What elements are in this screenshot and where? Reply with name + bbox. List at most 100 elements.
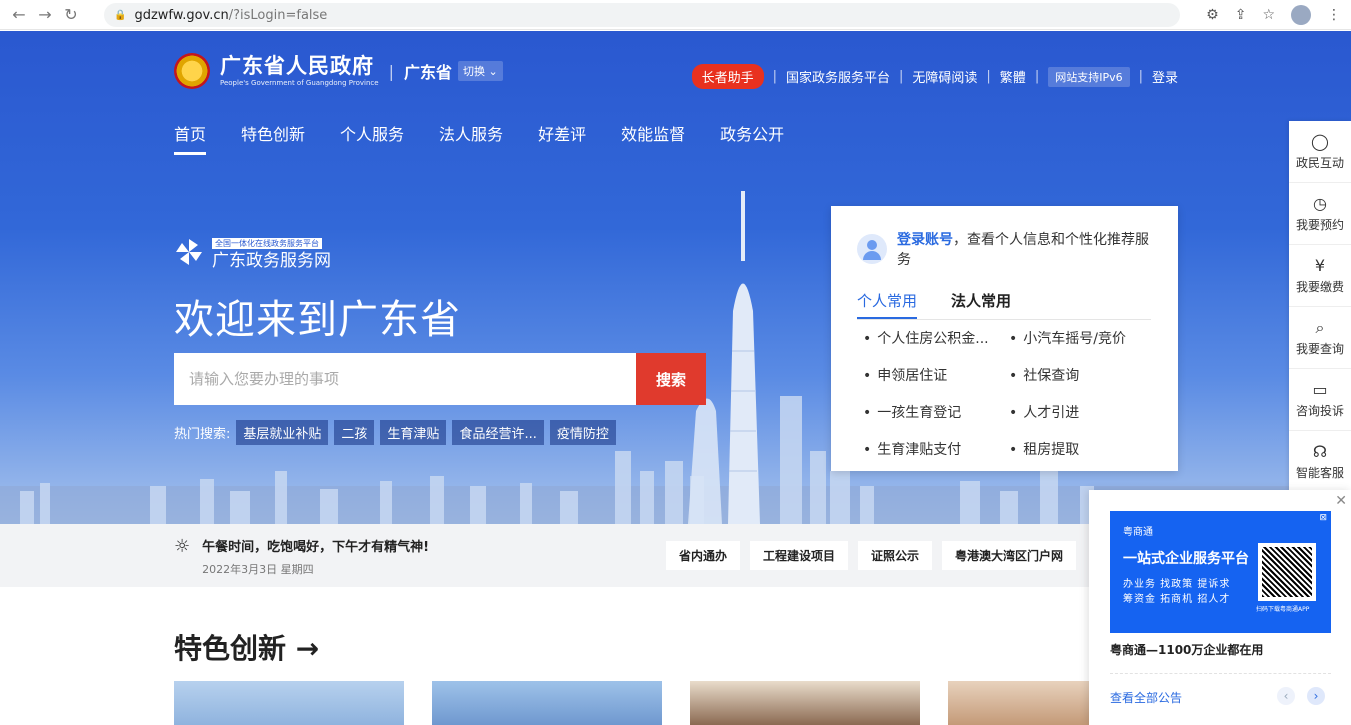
notice-popup: ✕ 粤商通 ⊠ 一站式企业服务平台 办业务 找政策 提诉求 筹资金 拓商机 招人… — [1089, 490, 1351, 725]
ad-footer: 扫码下载粤商通APP — [1256, 606, 1310, 613]
rail-item-appointment[interactable]: ◷ 我要预约 — [1289, 183, 1351, 245]
national-platform-link[interactable]: 国家政务服务平台 — [786, 67, 890, 86]
quick-link[interactable]: 证照公示 — [858, 541, 933, 570]
feature-thumb-image[interactable] — [432, 681, 662, 725]
close-icon[interactable]: ✕ — [1335, 493, 1347, 509]
rail-item-label: 智能客服 — [1295, 466, 1344, 480]
quick-link[interactable]: 工程建设项目 — [750, 541, 849, 570]
nav-item-home[interactable]: 首页 — [174, 121, 207, 155]
greeting-text: 午餐时间，吃饱喝好，下午才有精气神! — [202, 540, 430, 555]
list-item[interactable]: 小汽车摇号/竞价 — [1009, 328, 1153, 348]
menu-icon[interactable]: ⋮ — [1327, 7, 1341, 23]
ad-close-icon[interactable]: ⊠ — [1319, 513, 1327, 523]
rail-item-label: 我要预约 — [1295, 217, 1344, 232]
address-bar[interactable]: 🔒 gdzwfw.gov.cn /?isLogin=false — [104, 3, 1180, 27]
back-icon[interactable]: ← — [6, 5, 32, 24]
divider: | — [388, 61, 394, 81]
next-arrow-icon[interactable]: › — [1307, 687, 1325, 705]
clock-icon: ◷ — [1313, 193, 1327, 213]
hot-tag[interactable]: 食品经营许... — [452, 420, 544, 445]
rail-item-label: 我要缴费 — [1295, 279, 1344, 294]
portal-logo: 全国一体化在线政务服务平台 广东政务服务网 — [174, 231, 331, 272]
rail-item-payment[interactable]: ¥ 我要缴费 — [1289, 245, 1351, 307]
rail-item-query[interactable]: ⌕ 我要查询 — [1289, 307, 1351, 369]
traditional-chinese-link[interactable]: 繁體 — [1000, 67, 1026, 86]
extension-icon[interactable]: ⚙ — [1206, 7, 1219, 23]
rail-item-support[interactable]: ☊ 智能客服 — [1289, 431, 1351, 493]
ad-banner[interactable]: 粤商通 ⊠ 一站式企业服务平台 办业务 找政策 提诉求 筹资金 拓商机 招人才 … — [1110, 511, 1331, 633]
nav-item-corporate[interactable]: 法人服务 — [439, 121, 503, 155]
nav-item-rating[interactable]: 好差评 — [538, 121, 586, 155]
lock-icon: 🔒 — [114, 9, 127, 21]
list-item[interactable]: 个人住房公积金... — [863, 328, 1009, 348]
reload-icon[interactable]: ↻ — [58, 5, 84, 24]
rail-item-interaction[interactable]: ◯ 政民互动 — [1289, 121, 1351, 183]
switch-label: 切换 — [462, 65, 485, 78]
hero-banner: 广东省人民政府 People's Government of Guangdong… — [0, 31, 1351, 524]
features-heading[interactable]: 特色创新 → — [174, 627, 319, 667]
tab-corporate-common[interactable]: 法人常用 — [951, 290, 1011, 319]
top-links: 长者助手 | 国家政务服务平台 | 无障碍阅读 | 繁體 | 网站支持IPv6 … — [691, 64, 1178, 89]
feature-thumb-image[interactable] — [174, 681, 404, 725]
user-avatar-icon — [857, 234, 887, 264]
quick-link[interactable]: 粤港澳大湾区门户网 — [942, 541, 1077, 570]
profile-avatar[interactable] — [1291, 5, 1311, 25]
nav-item-innovation[interactable]: 特色创新 — [241, 121, 305, 155]
right-rail: ◯ 政民互动 ◷ 我要预约 ¥ 我要缴费 ⌕ 我要查询 ▭ 咨询投诉 ☊ 智能客… — [1289, 121, 1351, 491]
star-icon[interactable]: ☆ — [1262, 7, 1275, 23]
gov-title[interactable]: 广东省人民政府 — [220, 54, 379, 78]
prev-arrow-icon[interactable]: ‹ — [1277, 687, 1295, 705]
nav-item-supervision[interactable]: 效能监督 — [621, 121, 685, 155]
forward-icon[interactable]: → — [32, 5, 58, 24]
region-switch-button[interactable]: 切换 ⌄ — [457, 61, 503, 81]
feature-thumbnails — [174, 681, 1178, 725]
divider — [1110, 673, 1331, 674]
hot-tag[interactable]: 基层就业补贴 — [236, 420, 329, 445]
hot-search-label: 热门搜索: — [174, 427, 231, 442]
hot-tag[interactable]: 二孩 — [334, 420, 375, 445]
hot-tag[interactable]: 疫情防控 — [549, 420, 616, 445]
nav-item-public-affairs[interactable]: 政务公开 — [720, 121, 784, 155]
search-button[interactable]: 搜索 — [636, 353, 706, 405]
popup-caption[interactable]: 粤商通—1100万企业都在用 — [1110, 641, 1263, 658]
portal-tag: 全国一体化在线政务服务平台 — [212, 238, 322, 249]
nav-item-personal[interactable]: 个人服务 — [340, 121, 404, 155]
feature-thumb-image[interactable] — [690, 681, 920, 725]
region-name: 广东省 — [403, 63, 452, 82]
rail-item-label: 咨询投诉 — [1295, 403, 1344, 418]
pinwheel-icon — [176, 238, 202, 265]
accessible-reading-link[interactable]: 无障碍阅读 — [912, 67, 977, 86]
hot-tag[interactable]: 生育津贴 — [380, 420, 447, 445]
common-services-tabs: 个人常用 法人常用 — [857, 290, 1151, 320]
view-all-notices-link[interactable]: 查看全部公告 — [1110, 689, 1182, 706]
welcome-heading: 欢迎来到广东省 — [174, 297, 461, 343]
search-bar: 搜索 — [174, 353, 706, 405]
sun-icon: ☼ — [174, 536, 191, 557]
list-item[interactable]: 租房提取 — [1009, 439, 1153, 459]
url-path: /?isLogin=false — [228, 7, 328, 23]
list-item[interactable]: 人才引进 — [1009, 402, 1153, 422]
tab-personal-common[interactable]: 个人常用 — [857, 290, 918, 319]
hot-searches: 热门搜索: 基层就业补贴 二孩 生育津贴 食品经营许... 疫情防控 — [174, 420, 622, 445]
quick-links: 省内通办 工程建设项目 证照公示 粤港澳大湾区门户网 — [666, 541, 1077, 570]
rail-item-label: 我要查询 — [1295, 341, 1344, 356]
quick-link[interactable]: 省内通办 — [666, 541, 741, 570]
ad-line: 筹资金 拓商机 招人才 — [1123, 594, 1231, 605]
share-icon[interactable]: ⇪ — [1235, 7, 1247, 23]
rail-item-complaint[interactable]: ▭ 咨询投诉 — [1289, 369, 1351, 431]
list-item[interactable]: 申领居住证 — [863, 365, 1009, 385]
chat-icon: ◯ — [1311, 131, 1329, 151]
search-input[interactable] — [174, 353, 636, 405]
list-item[interactable]: 生育津贴支付 — [863, 439, 1009, 459]
list-item[interactable]: 一孩生育登记 — [863, 402, 1009, 422]
elder-assistant-button[interactable]: 长者助手 — [691, 64, 764, 89]
ad-brand: 粤商通 — [1123, 527, 1153, 538]
portal-name: 广东政务服务网 — [212, 251, 331, 271]
list-item[interactable]: 社保查询 — [1009, 365, 1153, 385]
gov-subtitle: People's Government of Guangdong Provinc… — [220, 79, 379, 87]
login-link[interactable]: 登录 — [1152, 67, 1178, 86]
rail-item-label: 政民互动 — [1295, 155, 1344, 170]
login-account-link[interactable]: 登录账号 — [897, 232, 953, 248]
browser-toolbar: ← → ↻ 🔒 gdzwfw.gov.cn /?isLogin=false ⚙ … — [0, 0, 1351, 30]
message-icon: ▭ — [1312, 379, 1328, 399]
